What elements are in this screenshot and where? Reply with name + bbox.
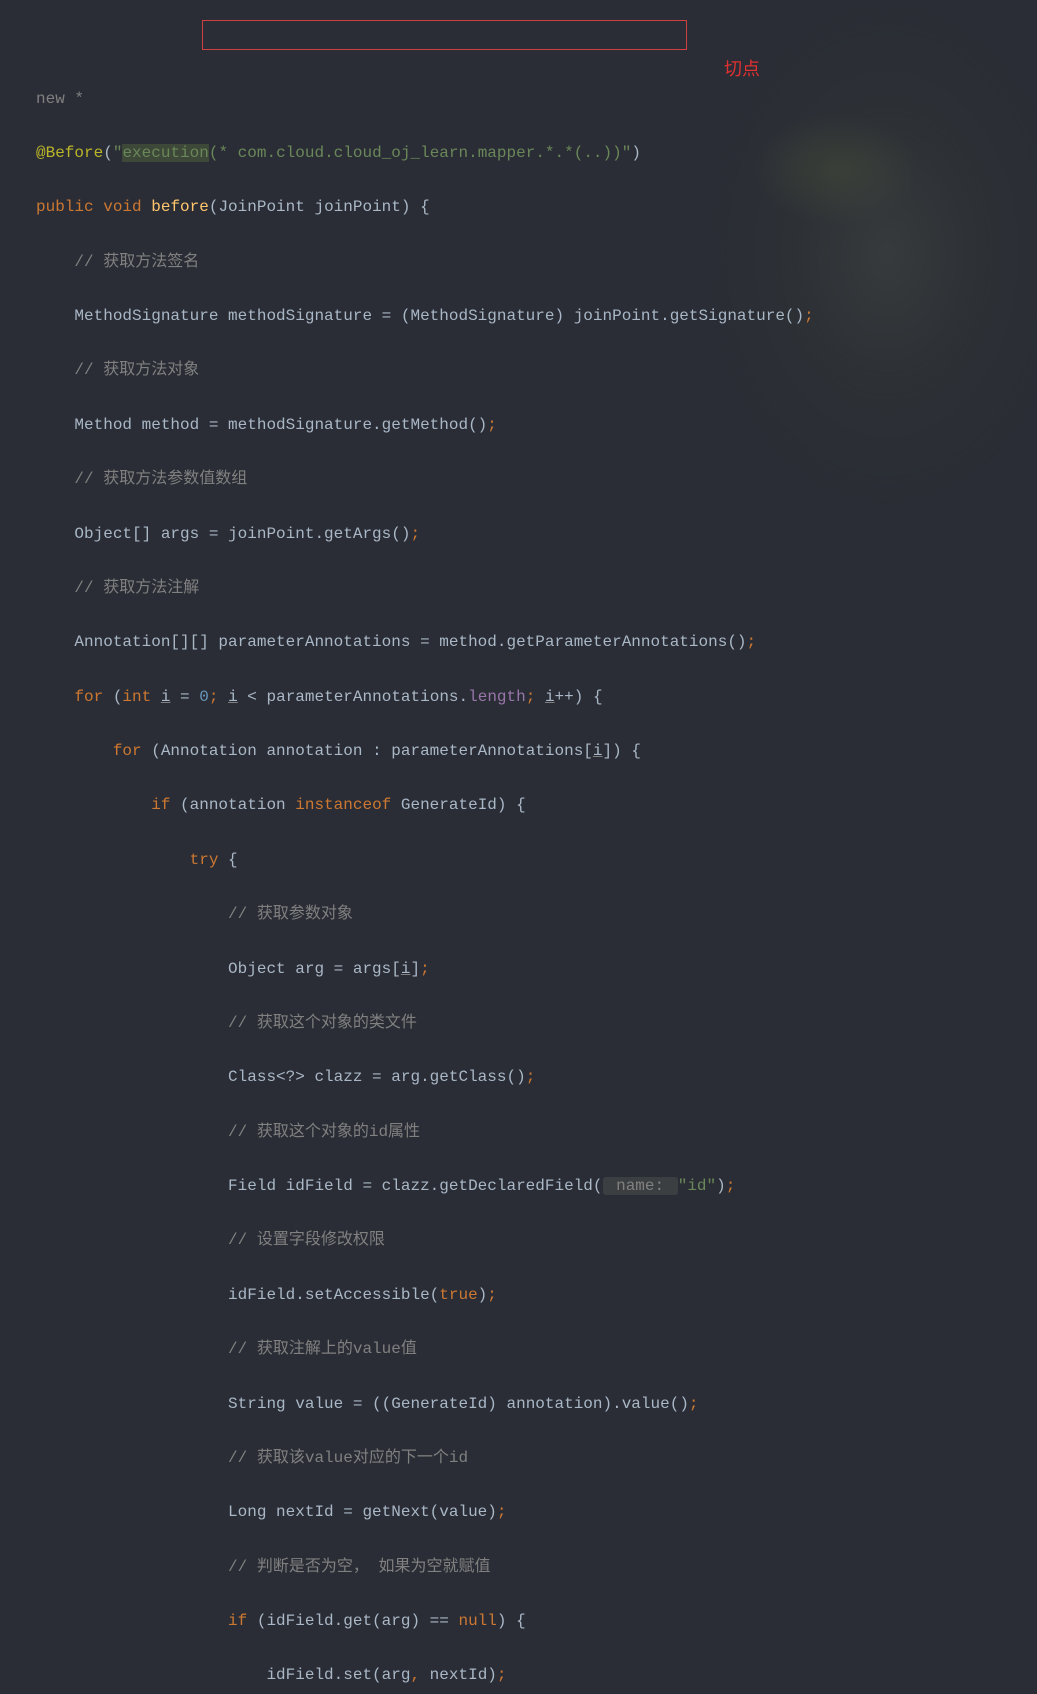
code-line: // 获取参数对象 [36,901,1037,928]
annotation-callout: 切点 [724,56,760,87]
code-line: String value = ((GenerateId) annotation)… [36,1391,1037,1418]
code-line: try { [36,847,1037,874]
code-line: public void before(JoinPoint joinPoint) … [36,194,1037,221]
code-line: // 获取方法参数值数组 [36,466,1037,493]
code-line: idField.set(arg, nextId); [36,1662,1037,1689]
code-line: if (annotation instanceof GenerateId) { [36,792,1037,819]
code-line: Annotation[][] parameterAnnotations = me… [36,629,1037,656]
code-line: // 获取方法注解 [36,575,1037,602]
code-line: // 获取注解上的value值 [36,1336,1037,1363]
code-line: // 获取该value对应的下一个id [36,1445,1037,1472]
code-line: idField.setAccessible(true); [36,1282,1037,1309]
pointcut-highlight-box [202,20,687,50]
code-line: // 获取这个对象的类文件 [36,1010,1037,1037]
code-line: Object arg = args[i]; [36,956,1037,983]
code-line: new * [36,86,1037,113]
code-line: if (idField.get(arg) == null) { [36,1608,1037,1635]
code-line: // 获取方法对象 [36,357,1037,384]
code-line: Object[] args = joinPoint.getArgs(); [36,521,1037,548]
code-line: Field idField = clazz.getDeclaredField( … [36,1173,1037,1200]
code-line: MethodSignature methodSignature = (Metho… [36,303,1037,330]
code-line: @Before("execution(* com.cloud.cloud_oj_… [36,140,1037,167]
code-line: Long nextId = getNext(value); [36,1499,1037,1526]
code-line: // 获取方法签名 [36,249,1037,276]
code-line: // 获取这个对象的id属性 [36,1119,1037,1146]
code-line: for (int i = 0; i < parameterAnnotations… [36,684,1037,711]
code-line: Class<?> clazz = arg.getClass(); [36,1064,1037,1091]
code-line: // 设置字段修改权限 [36,1227,1037,1254]
code-line: for (Annotation annotation : parameterAn… [36,738,1037,765]
code-editor[interactable]: 切点 new * @Before("execution(* com.cloud.… [0,0,1037,1694]
code-line: // 判断是否为空， 如果为空就赋值 [36,1554,1037,1581]
code-line: Method method = methodSignature.getMetho… [36,412,1037,439]
